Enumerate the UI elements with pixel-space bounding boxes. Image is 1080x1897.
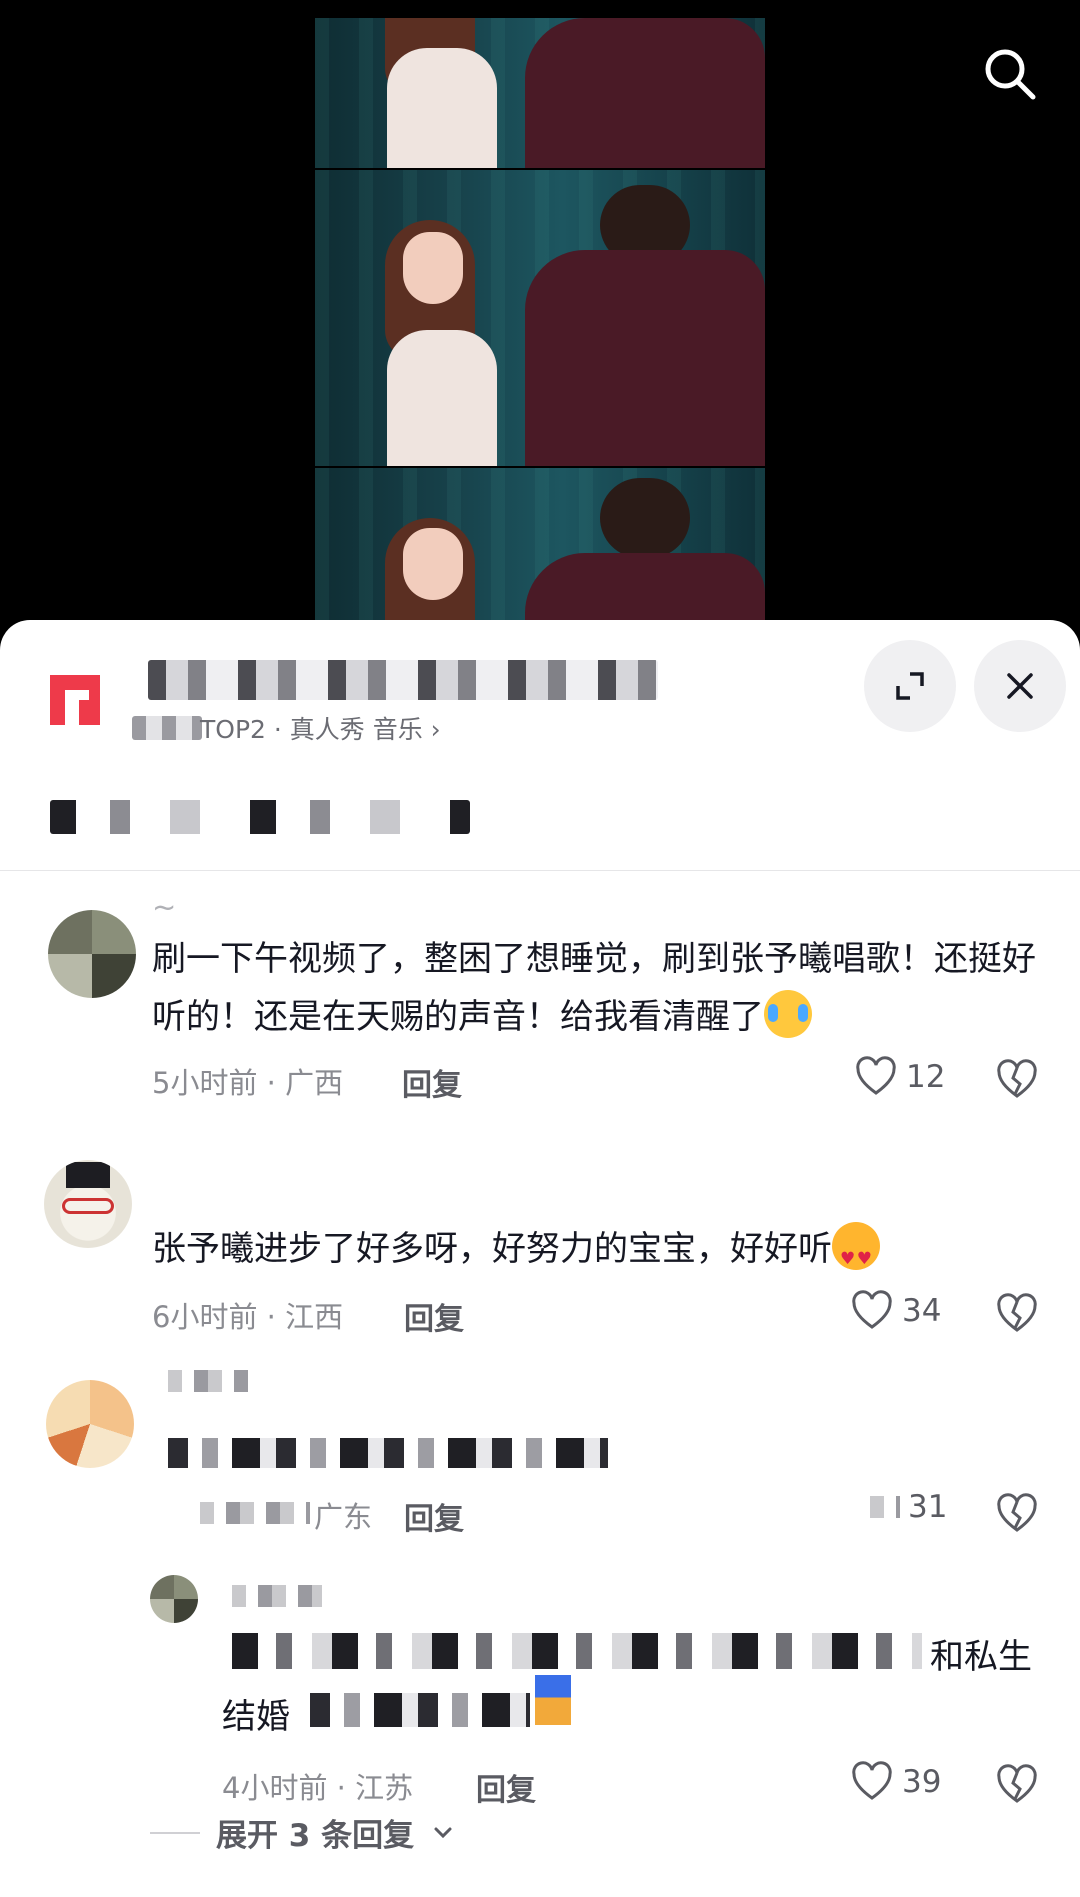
like-count: 34: [902, 1293, 942, 1329]
comment-item: 张予曦进步了好多呀，好努力的宝宝，好好听 6小时前 · 江西 回复 34: [0, 1150, 1080, 1337]
comments-sheet: TOP2 · 真人秀 音乐 › ~ 刷一下午视频了，整困了想睡觉，刷到张予曦唱歌…: [0, 620, 1080, 1897]
comment-item: ~ 刷一下午视频了，整困了想睡觉，刷到张予曦唱歌！还挺好听的！还是在天赐的声音！…: [0, 890, 1080, 1103]
video-frame-strip: [315, 18, 765, 640]
comment-nickname[interactable]: ~: [152, 890, 176, 924]
heart-icon: [852, 1761, 892, 1800]
like-count: 31: [908, 1489, 948, 1525]
heart-icon: [870, 1496, 900, 1518]
close-icon: [1007, 673, 1033, 699]
account-sub-redacted: [132, 716, 202, 740]
expand-button[interactable]: [864, 640, 956, 732]
comment-text: 张予曦进步了好多呀，好努力的宝宝，好好听: [152, 1220, 1052, 1288]
comment-text-content: 刷一下午视频了，整困了想睡觉，刷到张予曦唱歌！还挺好听的！还是在天赐的声音！给我…: [152, 939, 1036, 1037]
reply-item: 和私生 结婚 4小时前 · 江苏 回复 39: [0, 1575, 1080, 1808]
broken-heart-icon[interactable]: [995, 1492, 1039, 1536]
close-button[interactable]: [974, 640, 1066, 732]
video-frame: [315, 18, 765, 168]
reply-text-visible-end: 和私生: [930, 1637, 1032, 1677]
chevron-down-icon: [434, 1827, 452, 1838]
reply-button[interactable]: 回复: [404, 1294, 464, 1338]
avatar[interactable]: [48, 910, 136, 998]
comment-text-redacted: [168, 1438, 608, 1468]
divider: [0, 870, 1080, 871]
avatar[interactable]: [46, 1380, 134, 1468]
video-frame: [315, 170, 765, 466]
reply-button[interactable]: 回复: [476, 1765, 536, 1809]
reply-button[interactable]: 回复: [404, 1494, 464, 1538]
reply-text-redacted: [310, 1693, 530, 1727]
reply-emoji-redacted: [535, 1675, 571, 1725]
like-button[interactable]: 12: [854, 1055, 945, 1099]
video-frame: [315, 468, 765, 640]
heart-icon: [856, 1056, 896, 1095]
comment-text: 刷一下午视频了，整困了想睡觉，刷到张予曦唱歌！还挺好听的！还是在天赐的声音！给我…: [152, 930, 1052, 1046]
account-logo[interactable]: [50, 675, 100, 725]
expand-icon: [896, 672, 924, 700]
broken-heart-icon[interactable]: [995, 1058, 1039, 1102]
heart-icon: [852, 1290, 892, 1329]
like-button[interactable]: 39: [850, 1760, 941, 1804]
comment-item: 广东 回复 31: [0, 1370, 1080, 1540]
like-button[interactable]: 31: [870, 1489, 947, 1525]
like-count: 12: [906, 1059, 946, 1095]
reply-text-visible-start: 结婚: [222, 1697, 290, 1737]
expand-divider: [150, 1831, 200, 1834]
comment-meta: 广东: [314, 1500, 373, 1534]
like-count: 39: [902, 1764, 942, 1800]
crying-laughing-emoji-icon: [764, 990, 812, 1038]
like-button[interactable]: 34: [850, 1289, 941, 1333]
comment-meta: 5小时前 · 广西: [152, 1066, 344, 1100]
expand-replies-button[interactable]: 展开 3 条回复: [150, 1810, 456, 1855]
video-player[interactable]: [0, 0, 1080, 640]
broken-heart-icon[interactable]: [995, 1763, 1039, 1807]
video-description-redacted: [50, 800, 470, 834]
reply-nickname-redacted: [232, 1585, 322, 1607]
comment-text-content: 张予曦进步了好多呀，好努力的宝宝，好好听: [152, 1229, 832, 1269]
comment-nickname-redacted: [168, 1370, 248, 1392]
reply-meta: 4小时前 · 江苏: [222, 1771, 414, 1805]
comment-meta: 6小时前 · 江西: [152, 1300, 344, 1334]
reply-button[interactable]: 回复: [402, 1060, 462, 1104]
account-title-redacted: [148, 660, 658, 700]
search-icon[interactable]: [980, 44, 1040, 104]
avatar[interactable]: [44, 1160, 132, 1248]
reply-text-redacted: [232, 1633, 922, 1669]
account-tags[interactable]: TOP2 · 真人秀 音乐 ›: [200, 710, 441, 746]
heart-eyes-emoji-icon: [832, 1222, 880, 1288]
comment-meta-redacted: [200, 1502, 310, 1524]
broken-heart-icon[interactable]: [995, 1292, 1039, 1336]
expand-replies-label: 展开 3 条回复: [216, 1818, 415, 1854]
avatar[interactable]: [150, 1575, 198, 1623]
